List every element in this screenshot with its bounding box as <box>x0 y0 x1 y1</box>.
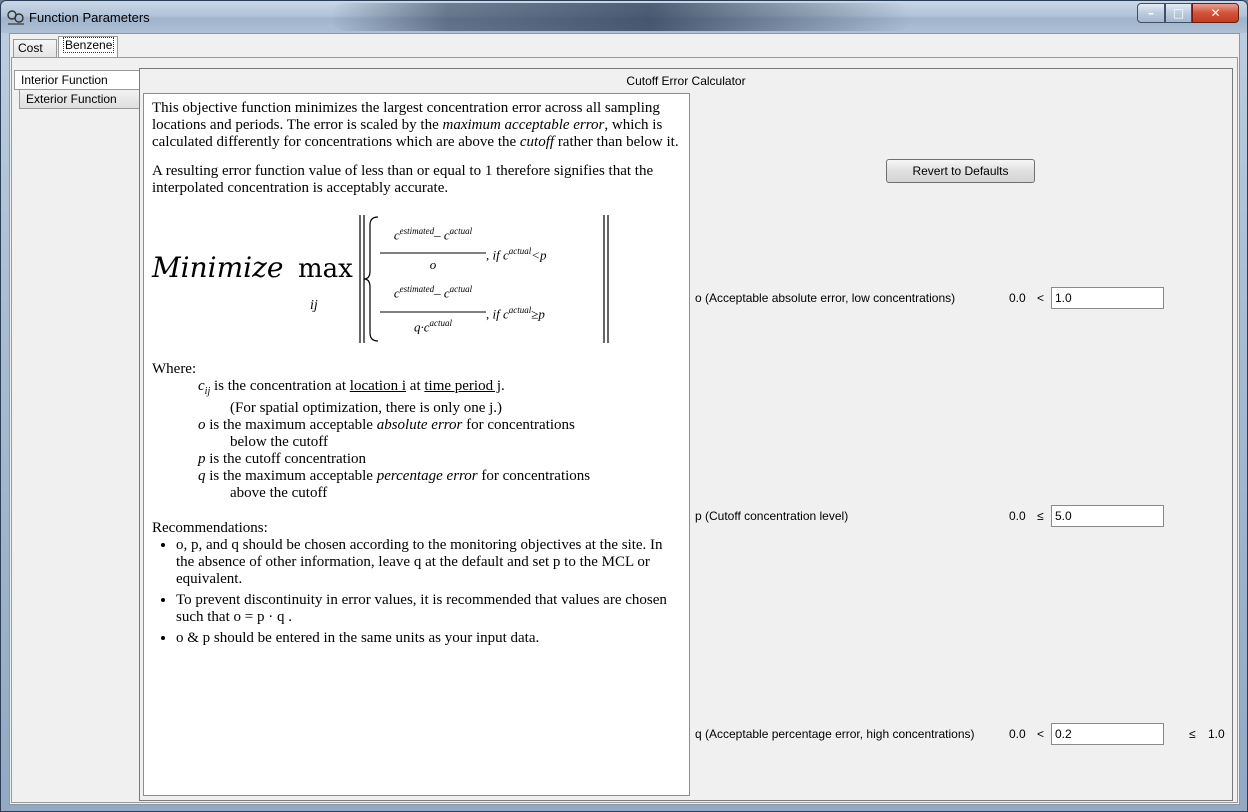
param-max-q: 1.0 <box>1208 727 1225 741</box>
param-op-p: ≤ <box>1037 509 1044 523</box>
numerator-2: cestimated– cactual <box>393 284 473 301</box>
title-bar[interactable]: Function Parameters – □ ✕ <box>1 1 1247 33</box>
cutoff-error-panel: Cutoff Error Calculator This objective f… <box>139 68 1233 801</box>
window-title: Function Parameters <box>29 10 150 25</box>
param-input-p[interactable] <box>1051 505 1164 527</box>
maximize-button[interactable]: □ <box>1165 3 1192 23</box>
where-item-p: p is the cutoff concentration <box>198 451 367 467</box>
where-item-c: cij is the concentration at location i a… <box>198 378 505 397</box>
where-item-q: q is the maximum acceptable percentage e… <box>198 468 591 484</box>
client-area: Cost Benzene Interior Function Exterior … <box>9 33 1240 805</box>
tab-interior-function[interactable]: Interior Function <box>14 70 139 90</box>
minimize-icon: – <box>1148 6 1154 20</box>
param-min-p: 0.0 <box>1009 509 1026 523</box>
param-row-o: o (Acceptable absolute error, low concen… <box>695 287 1230 309</box>
description-paragraph-2: A resulting error function value of less… <box>152 163 654 196</box>
condition-2: , if cactual≥p <box>486 305 545 322</box>
close-icon: ✕ <box>1210 6 1221 20</box>
tab-content: Interior Function Exterior Function Cuto… <box>11 57 1238 803</box>
param-op-o: < <box>1037 291 1045 305</box>
where-item-o: o is the maximum acceptable absolute err… <box>198 417 575 433</box>
panel-title: Cutoff Error Calculator <box>626 74 746 88</box>
param-input-q[interactable] <box>1051 723 1164 745</box>
minimize-button[interactable]: – <box>1137 3 1165 23</box>
maximize-icon: □ <box>1172 6 1185 20</box>
param-row-p: p (Cutoff concentration level) 0.0 ≤ <box>695 505 1230 527</box>
where-heading: Where: <box>152 361 197 377</box>
where-section: Where: cij is the concentration at locat… <box>152 361 681 502</box>
recommendation-item: To prevent discontinuity in error values… <box>176 592 681 626</box>
description-pane: This objective function minimizes the la… <box>143 93 690 796</box>
condition-1: , if cactual<p <box>486 246 547 263</box>
recommendation-item: o & p should be entered in the same unit… <box>176 630 681 647</box>
recommendation-item: o, p, and q should be chosen according t… <box>176 537 681 588</box>
param-label-p: p (Cutoff concentration level) <box>695 509 849 523</box>
param-op2-q: ≤ <box>1189 727 1196 741</box>
description-paragraph-1: This objective function minimizes the la… <box>152 100 679 150</box>
close-button[interactable]: ✕ <box>1192 3 1239 23</box>
recommendations-heading: Recommendations: <box>152 520 268 536</box>
tab-cost[interactable]: Cost <box>13 39 57 57</box>
side-tab-strip: Interior Function Exterior Function <box>14 70 139 109</box>
app-window: Function Parameters – □ ✕ Cost Benzene I… <box>0 0 1248 812</box>
param-min-o: 0.0 <box>1009 291 1026 305</box>
param-row-q: q (Acceptable percentage error, high con… <box>695 723 1230 745</box>
objective-formula: Minimize max ij cestimated– cactual o , … <box>152 211 681 347</box>
numerator-1: cestimated– cactual <box>393 226 473 243</box>
app-icon <box>7 10 24 25</box>
recommendations-section: Recommendations: o, p, and q should be c… <box>152 520 681 647</box>
denominator-2: q·cactual <box>413 318 453 335</box>
param-label-o: o (Acceptable absolute error, low concen… <box>695 291 956 305</box>
tab-exterior-function[interactable]: Exterior Function <box>19 89 139 109</box>
tab-benzene[interactable]: Benzene <box>58 36 118 57</box>
param-label-q: q (Acceptable percentage error, high con… <box>695 727 975 741</box>
denominator-1: o <box>429 257 437 272</box>
revert-to-defaults-button[interactable]: Revert to Defaults <box>886 159 1035 183</box>
parameters-pane: Revert to Defaults o (Acceptable absolut… <box>690 93 1230 796</box>
param-min-q: 0.0 <box>1009 727 1026 741</box>
param-op-q: < <box>1037 727 1045 741</box>
param-input-o[interactable] <box>1051 287 1164 309</box>
